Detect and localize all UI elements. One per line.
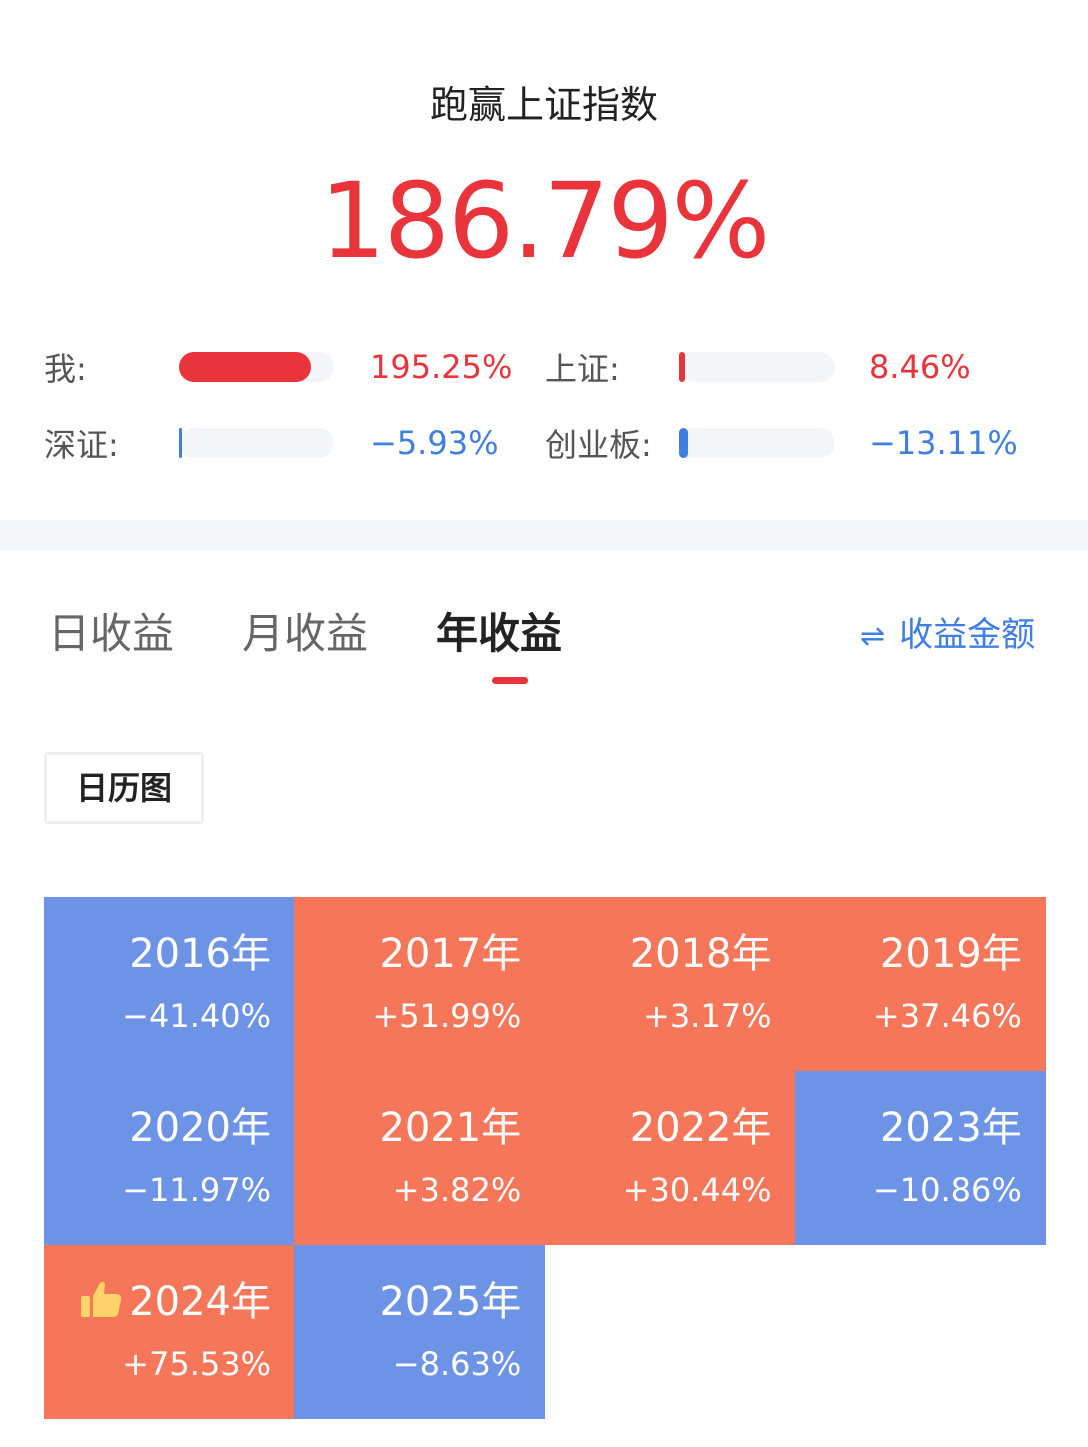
thumbs-up-icon [81,1281,122,1317]
year-text: 2018年 [629,931,772,977]
comparison-shenzhen: 深证: −5.93% [44,416,514,466]
year-return-cell[interactable]: 2022年 +30.44% [544,1071,796,1245]
tab-daily-return[interactable]: 日收益 [48,600,174,661]
year-return-value: +37.46% [872,997,1022,1035]
switch-to-amount-button[interactable]: ⇌ 收益金额 [860,607,1035,656]
year-label: 2016年 [129,921,271,979]
year-return-value: +3.82% [392,1171,522,1209]
year-return-cell[interactable]: 2017年 +51.99% [294,897,546,1071]
year-return-cell[interactable]: 2019年 +37.46% [794,897,1046,1071]
tab-yearly-return[interactable]: 年收益 [436,600,562,661]
comparison-bar-fill [179,428,183,458]
comparison-bar-fill [679,352,686,382]
year-return-cell[interactable]: 2021年 +3.82% [294,1071,546,1245]
year-label: 2020年 [129,1095,271,1153]
section-divider [0,520,1088,550]
year-text: 2016年 [129,931,271,977]
comparison-bar [679,428,835,458]
year-return-cell[interactable]: 2025年 −8.63% [294,1245,546,1419]
year-return-cell[interactable]: 2016年 −41.40% [44,897,295,1071]
year-label: 2024年 [79,1269,271,1327]
year-return-value: +51.99% [372,997,522,1035]
year-text: 2024年 [129,1279,271,1325]
year-return-value: +30.44% [622,1171,772,1209]
year-return-cell[interactable]: 2023年 −10.86% [794,1071,1046,1245]
summary-section: 跑赢上证指数 186.79% 我: 195.25% 上证: 8.46% 深证: … [0,0,1088,520]
comparison-value: 195.25% [370,348,513,386]
calendar-view-button[interactable]: 日历图 [44,752,204,824]
comparison-value: −5.93% [370,424,499,462]
comparison-value: 8.46% [869,348,971,386]
year-return-value: +3.17% [643,997,772,1035]
swap-arrows-icon: ⇌ [860,619,886,654]
year-label: 2018年 [630,921,772,979]
year-label: 2023年 [880,1095,1022,1153]
year-text: 2020年 [129,1105,271,1151]
year-label: 2017年 [379,921,521,979]
year-text: 2023年 [879,1105,1022,1151]
year-text: 2017年 [379,931,522,977]
year-return-value: −11.97% [122,1171,271,1209]
comparison-chinext: 创业板: −13.11% [545,416,1018,466]
active-tab-indicator [492,677,528,684]
year-text: 2022年 [629,1105,772,1151]
year-label: 2021年 [379,1095,521,1153]
outperform-value: 186.79% [319,160,771,282]
comparison-shanghai: 上证: 8.46% [545,340,1015,390]
comparison-value: −13.11% [869,424,1018,462]
page-title: 跑赢上证指数 [429,83,658,127]
comparison-bar [179,428,334,458]
comparison-label: 深证: [44,426,119,464]
comparison-bar-fill [679,428,689,458]
year-return-value: −10.86% [872,1171,1022,1209]
year-return-value: −41.40% [122,997,271,1035]
year-return-cell[interactable]: 2020年 −11.97% [44,1071,295,1245]
year-return-cell[interactable]: 2024年 +75.53% [44,1245,295,1419]
year-return-cell[interactable]: 2018年 +3.17% [544,897,796,1071]
year-label: 2025年 [379,1269,521,1327]
year-text: 2019年 [879,931,1022,977]
comparison-bar [179,352,334,382]
year-text: 2021年 [379,1105,522,1151]
year-label: 2019年 [880,921,1022,979]
comparison-label: 上证: [545,350,620,388]
year-text: 2025年 [379,1279,522,1325]
year-label: 2022年 [630,1095,772,1153]
comparison-bar [679,352,835,382]
year-return-value: +75.53% [122,1345,271,1383]
comparison-label: 创业板: [545,426,652,464]
tab-monthly-return[interactable]: 月收益 [242,600,368,661]
comparison-me: 我: 195.25% [44,340,514,390]
switch-label: 收益金额 [899,615,1036,655]
comparison-label: 我: [44,350,87,388]
comparison-bar-fill [179,352,311,382]
year-return-value: −8.63% [392,1345,522,1383]
